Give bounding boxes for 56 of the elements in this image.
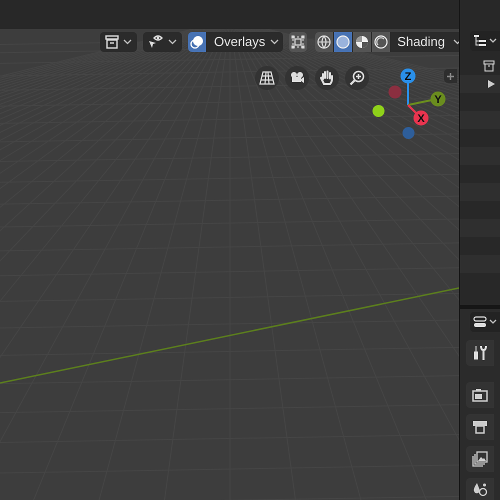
editor-type-dropdown[interactable] bbox=[470, 312, 500, 332]
zoom-in-icon bbox=[349, 70, 365, 86]
archive-icon bbox=[105, 35, 119, 49]
y-axis-line bbox=[408, 99, 432, 106]
stacked-images-icon bbox=[472, 451, 488, 467]
scene-tab[interactable] bbox=[466, 478, 494, 500]
expand-arrow-icon[interactable] bbox=[488, 80, 495, 88]
caret-icon bbox=[489, 38, 497, 44]
x-axis-handle[interactable]: X bbox=[414, 110, 428, 126]
overlays-toggle[interactable] bbox=[188, 32, 206, 52]
negative-x-axis-dot[interactable] bbox=[388, 86, 402, 98]
caret-icon bbox=[489, 319, 497, 325]
view-layer-tab[interactable] bbox=[466, 446, 494, 472]
zoom-view-button[interactable] bbox=[345, 66, 369, 90]
pan-view-button[interactable] bbox=[315, 66, 339, 90]
tool-tab[interactable] bbox=[466, 340, 494, 366]
shading-mode-button[interactable] bbox=[315, 32, 334, 52]
shading-mode-button[interactable] bbox=[334, 32, 354, 52]
rendered-sphere-icon bbox=[374, 35, 388, 49]
negative-y-axis-dot[interactable] bbox=[372, 105, 384, 117]
movie-camera-icon bbox=[289, 71, 305, 85]
outliner-icon bbox=[473, 34, 487, 48]
sidebar-toggle[interactable] bbox=[444, 69, 457, 83]
x-axis-line bbox=[407, 104, 417, 114]
z-axis-line bbox=[407, 82, 409, 105]
render-tab[interactable] bbox=[466, 382, 494, 408]
output-tab[interactable] bbox=[466, 414, 494, 440]
hand-icon bbox=[320, 70, 334, 86]
y-axis-handle[interactable]: Y bbox=[430, 92, 446, 106]
eye-pointer-icon bbox=[148, 35, 164, 49]
wireframe-sphere-icon bbox=[317, 35, 332, 49]
caret-icon bbox=[168, 39, 177, 45]
screwdriver-wrench-icon bbox=[472, 345, 488, 361]
perspective-grid-button[interactable] bbox=[255, 66, 279, 90]
collection-box-icon bbox=[483, 60, 495, 72]
camera-back-icon bbox=[472, 388, 488, 402]
caret-icon bbox=[270, 39, 280, 45]
editor-mode-dropdown[interactable] bbox=[100, 32, 137, 52]
grid-icon bbox=[259, 71, 275, 85]
overlay-circles-icon bbox=[190, 35, 204, 49]
visibility-dropdown[interactable] bbox=[143, 32, 182, 52]
printer-icon bbox=[472, 420, 488, 434]
drop-sphere-icon bbox=[472, 481, 488, 497]
editor-type-dropdown[interactable] bbox=[470, 31, 500, 51]
material-sphere-icon bbox=[355, 35, 370, 49]
solid-sphere-icon bbox=[336, 35, 350, 49]
caret-icon bbox=[123, 39, 132, 45]
negative-z-axis-dot[interactable] bbox=[402, 127, 414, 139]
x-ray-icon bbox=[291, 35, 306, 49]
z-axis-handle[interactable]: Z bbox=[400, 68, 416, 84]
camera-view-button[interactable] bbox=[285, 66, 309, 90]
shading-mode-button[interactable] bbox=[353, 32, 372, 52]
plus-icon bbox=[447, 72, 454, 80]
x-ray-toggle[interactable] bbox=[289, 32, 308, 52]
properties-icon bbox=[473, 316, 487, 328]
shading-mode-button[interactable] bbox=[372, 32, 392, 52]
